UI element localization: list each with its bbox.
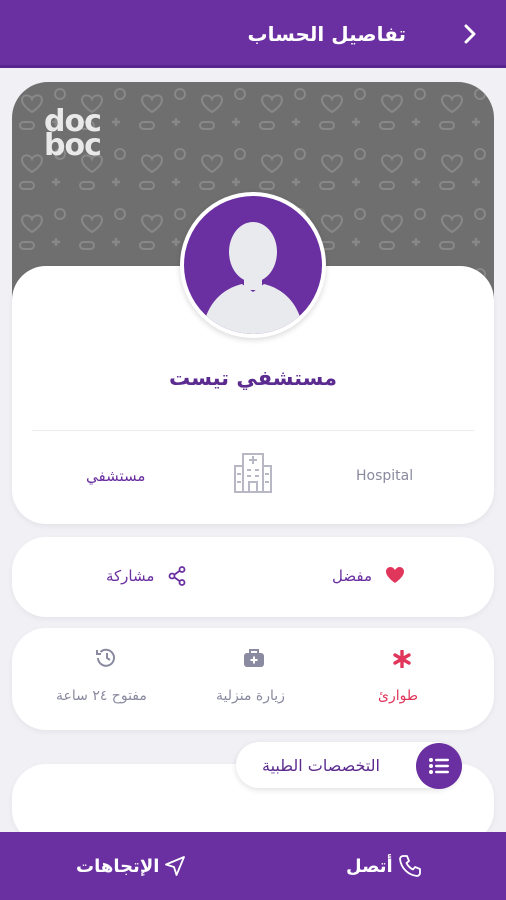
bottom-action-bar: أتصل الإتجاهات <box>0 832 506 900</box>
user-silhouette-icon <box>184 196 322 334</box>
avatar <box>180 192 326 338</box>
actions-card <box>12 537 494 617</box>
specialties-list-button[interactable] <box>416 743 462 789</box>
list-icon <box>429 758 449 774</box>
hospital-building-icon <box>234 453 272 493</box>
asterisk-icon <box>393 650 411 668</box>
navigation-arrow-icon <box>165 856 185 876</box>
logo-line-2: boc <box>44 128 102 163</box>
call-label: أتصل <box>346 856 393 877</box>
clock-24h-icon <box>96 648 115 667</box>
share-icon <box>168 566 186 586</box>
services-card <box>12 628 494 730</box>
open-24-label: مفتوح ٢٤ ساعة <box>56 688 147 704</box>
emergency-label: طوارئ <box>378 688 418 704</box>
divider <box>32 430 474 431</box>
account-type-en: Hospital <box>356 468 414 484</box>
brand-logo: doc boc <box>44 107 102 163</box>
chevron-right-icon[interactable] <box>460 24 480 44</box>
heart-icon <box>386 567 404 583</box>
home-visit-label: زيارة منزلية <box>216 688 285 704</box>
phone-icon <box>399 855 421 877</box>
page-title: تفاصيل الحساب <box>247 22 406 46</box>
account-type-ar: مستشفي <box>86 467 146 485</box>
account-name: مستشفي تيست <box>168 366 338 390</box>
directions-label: الإتجاهات <box>76 856 160 877</box>
medical-bag-icon <box>244 649 264 667</box>
app-header: تفاصيل الحساب <box>0 0 506 68</box>
favorite-label: مفضل <box>332 567 372 585</box>
specialties-label: التخصصات الطبية <box>262 756 380 775</box>
share-label: مشاركة <box>106 567 155 585</box>
